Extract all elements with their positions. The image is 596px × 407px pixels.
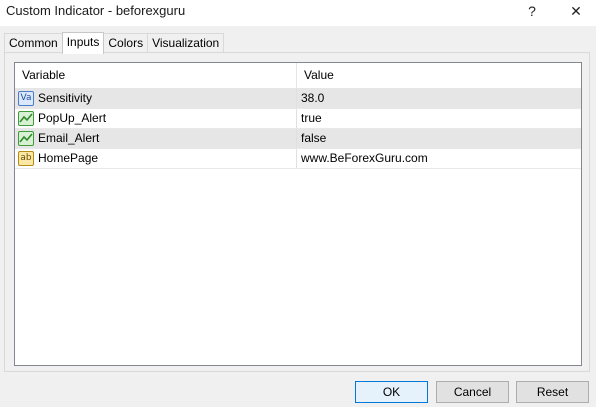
table-row[interactable]: ab HomePage www.BeForexGuru.com	[15, 149, 581, 169]
variable-name: Sensitivity	[38, 91, 93, 105]
cancel-button[interactable]: Cancel	[436, 381, 509, 403]
ok-button[interactable]: OK	[355, 381, 428, 403]
table-row[interactable]: Va Sensitivity 38.0	[15, 89, 581, 109]
close-button[interactable]: ✕	[556, 0, 596, 22]
tab-strip: Common Inputs Colors Visualization	[4, 32, 225, 54]
variable-value[interactable]: true	[301, 109, 322, 128]
variable-value[interactable]: www.BeForexGuru.com	[301, 149, 428, 168]
column-header-value[interactable]: Value	[297, 63, 581, 88]
inputs-panel: Variable Value Va Sensitivity 38.0 PopUp…	[4, 52, 590, 372]
grid-header: Variable Value	[15, 63, 581, 89]
variable-name: Email_Alert	[38, 131, 100, 145]
table-row[interactable]: PopUp_Alert true	[15, 109, 581, 129]
table-row[interactable]: Email_Alert false	[15, 129, 581, 149]
boolean-icon	[18, 111, 34, 126]
variable-value[interactable]: false	[301, 129, 326, 148]
variable-name: PopUp_Alert	[38, 111, 107, 125]
tab-inputs[interactable]: Inputs	[61, 32, 105, 54]
variable-name: HomePage	[38, 151, 99, 165]
tab-colors[interactable]: Colors	[103, 33, 149, 53]
title-bar: Custom Indicator - beforexguru ? ✕	[0, 0, 596, 26]
dialog-body: Common Inputs Colors Visualization Varia…	[0, 26, 596, 407]
inputs-grid: Variable Value Va Sensitivity 38.0 PopUp…	[14, 62, 582, 366]
window-title: Custom Indicator - beforexguru	[6, 3, 186, 18]
variable-value[interactable]: 38.0	[301, 89, 324, 108]
string-icon: ab	[18, 151, 34, 166]
numeric-value-icon: Va	[18, 91, 34, 106]
tab-visualization[interactable]: Visualization	[147, 33, 225, 53]
reset-button[interactable]: Reset	[516, 381, 589, 403]
tab-common[interactable]: Common	[4, 33, 63, 53]
boolean-icon	[18, 131, 34, 146]
column-header-variable[interactable]: Variable	[15, 63, 297, 88]
help-button[interactable]: ?	[512, 0, 552, 22]
